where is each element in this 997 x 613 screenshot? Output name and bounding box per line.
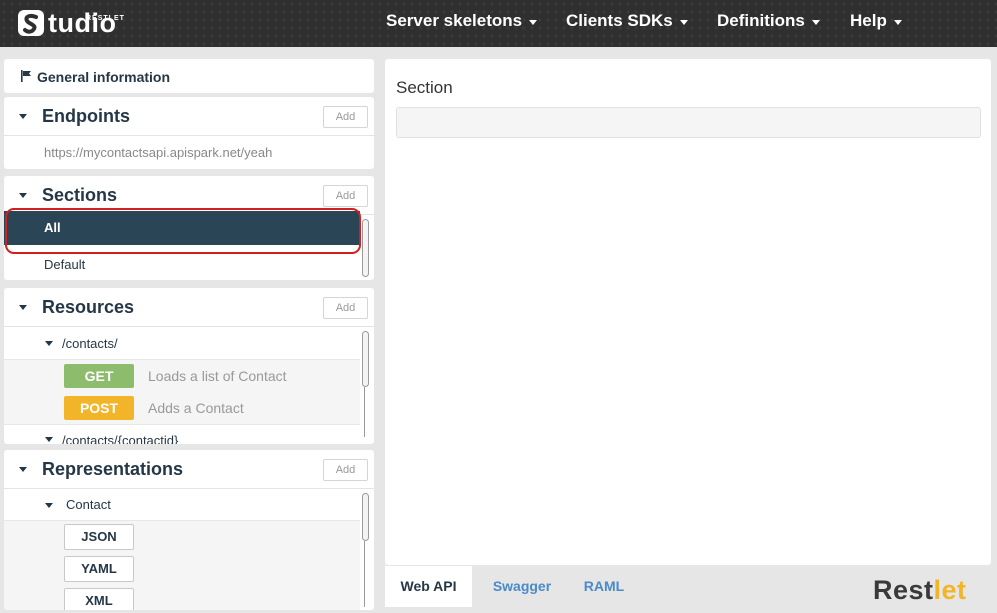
caret-down-icon bbox=[679, 19, 688, 25]
add-section-button[interactable]: Add bbox=[323, 185, 368, 207]
nav-help[interactable]: Help bbox=[850, 0, 902, 42]
collapse-caret-icon[interactable] bbox=[19, 305, 27, 310]
restlet-studio-logo[interactable]: RESTLET tudio bbox=[16, 6, 124, 40]
restlet-brand-logo: Restlet bbox=[873, 575, 967, 606]
caret-down-icon bbox=[529, 19, 538, 25]
scroll-track bbox=[364, 541, 365, 607]
main-content-panel: Section bbox=[385, 59, 991, 565]
nav-label: Server skeletons bbox=[386, 11, 523, 30]
format-yaml-button[interactable]: YAML bbox=[64, 556, 134, 582]
resources-scrollbar[interactable] bbox=[362, 331, 369, 387]
endpoint-url[interactable]: https://mycontactsapi.apispark.net/yeah bbox=[44, 145, 272, 160]
endpoints-title: Endpoints bbox=[42, 106, 130, 126]
representation-name: Contact bbox=[66, 497, 111, 512]
representation-formats: JSON YAML XML bbox=[4, 521, 360, 610]
general-information-item[interactable]: General information bbox=[4, 59, 374, 93]
representations-panel: Representations Add Contact JSON YAML XM… bbox=[4, 450, 374, 610]
resource-path: /contacts/ bbox=[62, 336, 118, 351]
collapse-caret-icon[interactable] bbox=[19, 193, 27, 198]
collapse-caret-icon[interactable] bbox=[45, 437, 53, 442]
logo-text: RESTLET tudio bbox=[48, 8, 124, 38]
scroll-track bbox=[364, 387, 365, 437]
representations-header: Representations Add bbox=[4, 450, 374, 489]
brand-part-let: let bbox=[933, 575, 967, 605]
section-field[interactable] bbox=[396, 107, 981, 138]
tab-web-api[interactable]: Web API bbox=[385, 566, 472, 607]
resource-item[interactable]: /contacts/{contactid} bbox=[4, 424, 360, 444]
endpoints-header: Endpoints Add bbox=[4, 97, 374, 136]
collapse-caret-icon[interactable] bbox=[45, 503, 53, 508]
sections-title: Sections bbox=[42, 185, 118, 205]
representation-item[interactable]: Contact bbox=[4, 489, 360, 521]
nav-label: Definitions bbox=[717, 11, 805, 30]
nav-label: Clients SDKs bbox=[566, 11, 673, 30]
main-title: Section bbox=[396, 78, 453, 97]
representations-title: Representations bbox=[42, 459, 184, 479]
format-json-button[interactable]: JSON bbox=[64, 524, 134, 550]
caret-down-icon bbox=[811, 19, 820, 25]
brand-part-rest: Rest bbox=[873, 575, 934, 605]
add-endpoint-button[interactable]: Add bbox=[323, 106, 368, 128]
collapse-caret-icon[interactable] bbox=[45, 341, 53, 346]
format-xml-button[interactable]: XML bbox=[64, 588, 134, 610]
endpoints-panel: Endpoints Add https://mycontactsapi.apis… bbox=[4, 97, 374, 169]
tab-swagger[interactable]: Swagger bbox=[478, 566, 566, 607]
top-navigation-bar: RESTLET tudio Server skeletons Clients S… bbox=[0, 0, 997, 47]
add-resource-button[interactable]: Add bbox=[323, 297, 368, 319]
sections-scrollbar[interactable] bbox=[362, 219, 369, 277]
sections-header: Sections Add bbox=[4, 176, 374, 215]
resources-header: Resources Add bbox=[4, 288, 374, 327]
method-description[interactable]: Adds a Contact bbox=[148, 400, 244, 416]
resource-path: /contacts/{contactid} bbox=[62, 433, 179, 444]
collapse-caret-icon[interactable] bbox=[19, 114, 27, 119]
resources-panel: Resources Add /contacts/ GET Loads a lis… bbox=[4, 288, 374, 444]
nav-clients-sdks[interactable]: Clients SDKs bbox=[566, 0, 688, 42]
method-post-badge[interactable]: POST bbox=[64, 396, 134, 420]
section-item-all[interactable]: All bbox=[4, 211, 360, 245]
resource-methods: GET Loads a list of Contact POST Adds a … bbox=[4, 360, 360, 424]
method-description[interactable]: Loads a list of Contact bbox=[148, 368, 287, 384]
flag-icon bbox=[21, 70, 31, 82]
method-get-badge[interactable]: GET bbox=[64, 364, 134, 388]
add-representation-button[interactable]: Add bbox=[323, 459, 368, 481]
representations-scrollbar[interactable] bbox=[362, 493, 369, 541]
general-information-label: General information bbox=[37, 69, 171, 85]
sections-panel: Sections Add All Default bbox=[4, 176, 374, 280]
resources-title: Resources bbox=[42, 297, 135, 317]
resource-item[interactable]: /contacts/ bbox=[4, 327, 360, 360]
collapse-caret-icon[interactable] bbox=[19, 467, 27, 472]
nav-server-skeletons[interactable]: Server skeletons bbox=[386, 0, 538, 42]
section-item-default[interactable]: Default bbox=[44, 257, 85, 272]
tab-raml[interactable]: RAML bbox=[566, 566, 642, 607]
nav-label: Help bbox=[850, 11, 887, 30]
logo-small-text: RESTLET bbox=[86, 15, 125, 22]
caret-down-icon bbox=[893, 19, 902, 25]
restlet-s-icon bbox=[18, 10, 44, 36]
nav-definitions[interactable]: Definitions bbox=[717, 0, 820, 42]
